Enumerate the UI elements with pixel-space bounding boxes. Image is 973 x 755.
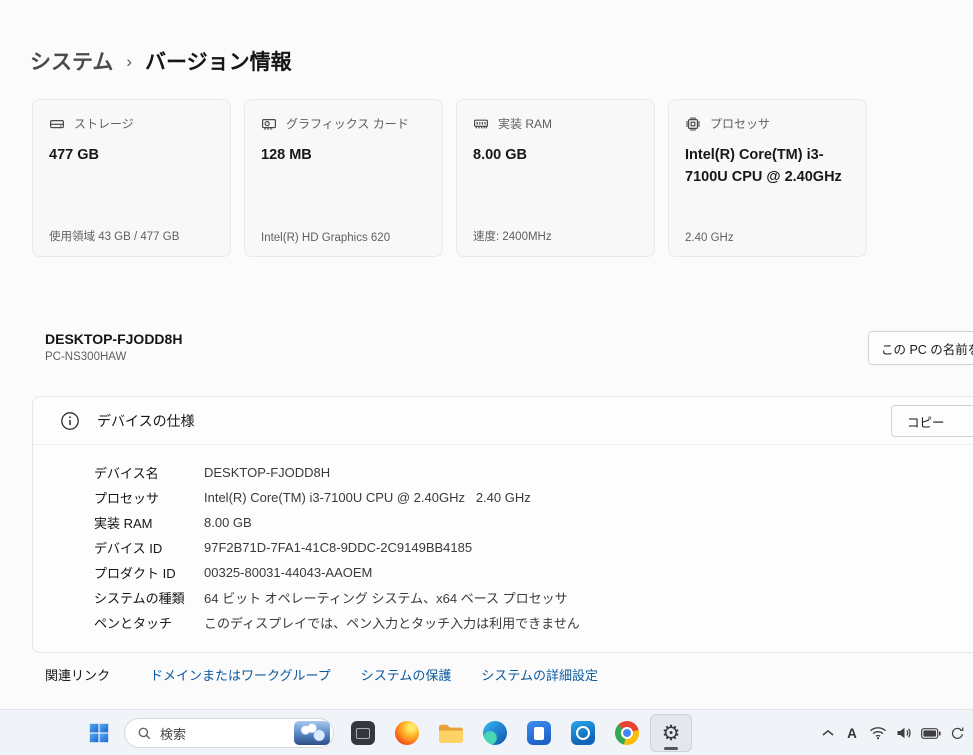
card-header: プロセッサ: [685, 115, 850, 132]
spec-row-device-name: デバイス名 DESKTOP-FJODD8H: [94, 460, 973, 485]
taskbar-icon-edge[interactable]: [474, 714, 516, 752]
outlook-icon: [571, 721, 595, 745]
card-value: 8.00 GB: [473, 145, 638, 167]
taskbar-icon-app-blue[interactable]: [518, 714, 560, 752]
spec-label: ペンとタッチ: [94, 613, 204, 632]
card-value: 128 MB: [261, 145, 426, 167]
search-icon: [137, 726, 152, 741]
card-detail: 2.40 GHz: [685, 232, 734, 244]
spec-value: 64 ビット オペレーティング システム、x64 ベース プロセッサ: [204, 588, 568, 607]
spec-label: デバイス ID: [94, 538, 204, 557]
spec-row-pen-touch: ペンとタッチ このディスプレイでは、ペン入力とタッチ入力は利用できません: [94, 610, 973, 635]
blue-app-icon: [527, 721, 551, 745]
breadcrumb: システム › バージョン情報: [30, 46, 292, 76]
card-detail: 速度: 2400MHz: [473, 228, 552, 244]
card-value: Intel(R) Core(TM) i3-7100U CPU @ 2.40GHz: [685, 145, 850, 189]
card-label: プロセッサ: [710, 115, 770, 132]
spec-value: Intel(R) Core(TM) i3-7100U CPU @ 2.40GHz…: [204, 490, 531, 505]
device-specs-title: デバイスの仕様: [97, 411, 195, 431]
card-header: 実装 RAM: [473, 115, 638, 132]
cpu-icon: [685, 116, 701, 132]
card-detail: 使用領域 43 GB / 477 GB: [49, 228, 179, 244]
spec-label: デバイス名: [94, 463, 204, 482]
taskbar-icon-app-dark[interactable]: [342, 714, 384, 752]
spec-row-system-type: システムの種類 64 ビット オペレーティング システム、x64 ベース プロセ…: [94, 585, 973, 610]
device-banner: DESKTOP-FJODD8H PC-NS300HAW: [45, 331, 182, 363]
taskbar-search-box[interactable]: 検索: [124, 718, 334, 748]
breadcrumb-chevron-icon: ›: [126, 50, 132, 72]
spec-label: プロダクト ID: [94, 563, 204, 582]
battery-icon[interactable]: [919, 718, 943, 748]
card-label: ストレージ: [74, 115, 134, 132]
dark-app-icon: [351, 721, 375, 745]
edge-icon: [483, 721, 507, 745]
copy-button[interactable]: コピー: [891, 405, 973, 437]
spec-label: システムの種類: [94, 588, 204, 607]
storage-icon: [49, 116, 65, 132]
device-name: DESKTOP-FJODD8H: [45, 331, 182, 347]
settings-gear-icon: ⚙: [662, 723, 681, 744]
breadcrumb-system[interactable]: システム: [30, 46, 113, 76]
spec-row-ram: 実装 RAM 8.00 GB: [94, 510, 973, 535]
spec-row-product-id: プロダクト ID 00325-80031-44043-AAOEM: [94, 560, 973, 585]
card-label: 実装 RAM: [498, 115, 552, 132]
taskbar-icon-settings[interactable]: ⚙: [650, 714, 692, 752]
spec-value: DESKTOP-FJODD8H: [204, 465, 330, 480]
ram-icon: [473, 116, 489, 132]
related-links: 関連リンク ドメインまたはワークグループ システムの保護 システムの詳細設定: [45, 665, 628, 684]
card-detail: Intel(R) HD Graphics 620: [261, 232, 390, 244]
card-header: ストレージ: [49, 115, 214, 132]
card-label: グラフィックス カード: [286, 115, 409, 132]
summary-cards: ストレージ 477 GB 使用領域 43 GB / 477 GB グラフィックス…: [32, 99, 867, 257]
rename-pc-button[interactable]: この PC の名前を変更: [868, 331, 973, 365]
volume-icon[interactable]: [894, 718, 914, 748]
firefox-icon: [395, 721, 419, 745]
device-model: PC-NS300HAW: [45, 351, 182, 363]
taskbar-icon-chrome[interactable]: [606, 714, 648, 752]
spec-value: 8.00 GB: [204, 515, 252, 530]
card-value: 477 GB: [49, 145, 214, 167]
graphics-card[interactable]: グラフィックス カード 128 MB Intel(R) HD Graphics …: [244, 99, 443, 257]
spec-value: このディスプレイでは、ペン入力とタッチ入力は利用できません: [204, 613, 580, 632]
tray-chevron-up-icon[interactable]: [819, 718, 837, 748]
taskbar-icon-firefox[interactable]: [386, 714, 428, 752]
spec-value: 00325-80031-44043-AAOEM: [204, 565, 372, 580]
spec-label: プロセッサ: [94, 488, 204, 507]
link-domain-workgroup[interactable]: ドメインまたはワークグループ: [150, 665, 331, 684]
start-button[interactable]: [78, 714, 120, 752]
spec-row-processor: プロセッサ Intel(R) Core(TM) i3-7100U CPU @ 2…: [94, 485, 973, 510]
card-header: グラフィックス カード: [261, 115, 426, 132]
spec-value: 97F2B71D-7FA1-41C8-9DDC-2C9149BB4185: [204, 540, 472, 555]
ime-indicator[interactable]: A: [842, 718, 862, 748]
processor-card[interactable]: プロセッサ Intel(R) Core(TM) i3-7100U CPU @ 2…: [668, 99, 867, 257]
device-specs-list: デバイス名 DESKTOP-FJODD8H プロセッサ Intel(R) Cor…: [33, 445, 973, 635]
ram-card[interactable]: 実装 RAM 8.00 GB 速度: 2400MHz: [456, 99, 655, 257]
taskbar: 検索 ⚙ A: [0, 709, 973, 755]
wifi-icon[interactable]: [867, 718, 889, 748]
taskbar-icon-file-explorer[interactable]: [430, 714, 472, 752]
settings-window: システム › バージョン情報 ストレージ 477 GB 使用領域 43 GB /…: [0, 0, 973, 755]
gpu-icon: [261, 116, 277, 132]
link-system-protection[interactable]: システムの保護: [361, 665, 452, 684]
info-icon: [60, 411, 80, 431]
device-specs-header[interactable]: デバイスの仕様 コピー: [33, 397, 973, 445]
device-specs-card: デバイスの仕様 コピー デバイス名 DESKTOP-FJODD8H プロセッサ …: [32, 396, 973, 653]
update-pending-icon[interactable]: [948, 718, 967, 748]
spec-label: 実装 RAM: [94, 513, 204, 532]
link-advanced-system-settings[interactable]: システムの詳細設定: [481, 665, 598, 684]
chrome-icon: [615, 721, 639, 745]
taskbar-left: 検索 ⚙: [0, 712, 692, 754]
related-links-label: 関連リンク: [45, 665, 110, 684]
search-label: 検索: [160, 724, 286, 743]
page-title: バージョン情報: [145, 46, 292, 76]
spec-row-device-id: デバイス ID 97F2B71D-7FA1-41C8-9DDC-2C9149BB…: [94, 535, 973, 560]
system-tray: A: [819, 712, 967, 754]
taskbar-icon-outlook[interactable]: [562, 714, 604, 752]
search-highlight-image[interactable]: [294, 721, 330, 745]
storage-card[interactable]: ストレージ 477 GB 使用領域 43 GB / 477 GB: [32, 99, 231, 257]
